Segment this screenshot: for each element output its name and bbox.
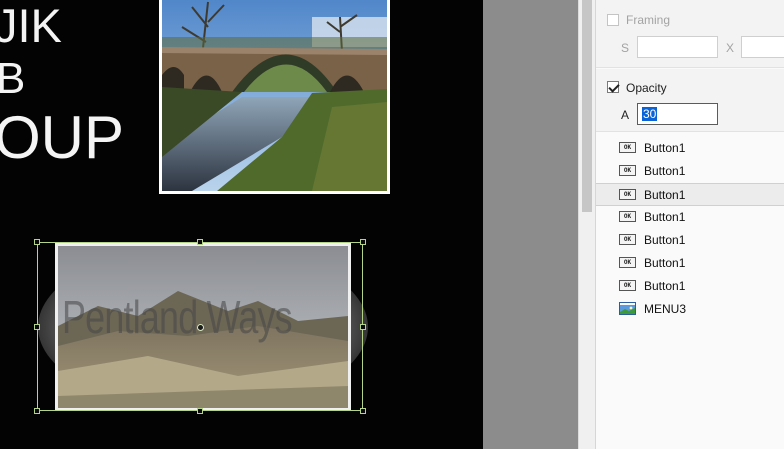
menu-image-icon xyxy=(619,302,636,315)
framing-section: Framing S X xyxy=(596,0,784,68)
tree-item-label: Button1 xyxy=(644,210,686,224)
workspace-background xyxy=(483,0,578,449)
framing-checkbox[interactable] xyxy=(607,14,619,26)
bridge-photo[interactable] xyxy=(159,0,390,194)
tree-item-button1[interactable]: OK Button1 xyxy=(596,206,784,229)
tree-item-label: MENU3 xyxy=(644,302,687,316)
resize-handle-bottom[interactable] xyxy=(197,408,203,414)
tree-item-label: Button1 xyxy=(644,279,686,293)
tree-item-label: Button1 xyxy=(644,256,686,270)
tree-item-label: Button1 xyxy=(644,233,686,247)
tree-item-label: Button1 xyxy=(644,141,686,155)
resize-handle-right[interactable] xyxy=(360,324,366,330)
ok-button-icon: OK xyxy=(619,280,636,291)
tree-item-button1[interactable]: OK Button1 xyxy=(596,275,784,298)
framing-x-input[interactable] xyxy=(742,37,784,57)
opacity-value-input[interactable]: 30 xyxy=(642,107,658,121)
ok-button-icon: OK xyxy=(619,189,636,200)
opacity-section: Opacity A 30 xyxy=(596,69,784,132)
resize-handle-top[interactable] xyxy=(197,239,203,245)
tree-item-button1[interactable]: OK Button1 xyxy=(596,229,784,252)
opacity-a-label: A xyxy=(621,108,630,122)
framing-x-field[interactable] xyxy=(741,36,784,58)
tree-item-menu3[interactable]: MENU3 xyxy=(596,298,784,321)
title-text-line-1[interactable]: JIK xyxy=(0,2,62,49)
framing-label: Framing xyxy=(626,13,671,27)
framing-s-input[interactable] xyxy=(638,37,717,57)
tree-item-label: Button1 xyxy=(644,188,686,202)
resize-handle-top-left[interactable] xyxy=(34,239,40,245)
title-text-line-3[interactable]: OUP xyxy=(0,108,124,168)
framing-s-field[interactable] xyxy=(637,36,718,58)
bridge-photo-image xyxy=(162,0,387,191)
tree-item-button1[interactable]: OK Button1 xyxy=(596,252,784,275)
framing-x-label: X xyxy=(726,41,735,55)
framing-s-label: S xyxy=(621,41,630,55)
resize-handle-bottom-right[interactable] xyxy=(360,408,366,414)
tree-item-label: Button1 xyxy=(644,164,686,178)
rotation-center-point[interactable] xyxy=(197,324,204,331)
ok-button-icon: OK xyxy=(619,142,636,153)
opacity-value-field[interactable]: 30 xyxy=(637,103,718,125)
tree-item-button1[interactable]: OK Button1 xyxy=(596,137,784,160)
tree-item-button1-selected[interactable]: OK Button1 xyxy=(596,183,784,206)
ok-button-icon: OK xyxy=(619,165,636,176)
scrollbar-thumb[interactable] xyxy=(582,0,592,212)
resize-handle-left[interactable] xyxy=(34,324,40,330)
opacity-checkbox[interactable] xyxy=(607,81,619,93)
slide-canvas[interactable]: JIK B OUP Pentland Ways xyxy=(0,0,483,449)
ok-button-icon: OK xyxy=(619,234,636,245)
properties-panel: Framing S X Opacity A 30 OK Button1 OK B… xyxy=(595,0,784,449)
resize-handle-top-right[interactable] xyxy=(360,239,366,245)
opacity-label: Opacity xyxy=(626,81,667,95)
tree-item-button1[interactable]: OK Button1 xyxy=(596,160,784,183)
ok-button-icon: OK xyxy=(619,211,636,222)
title-text-line-2[interactable]: B xyxy=(0,57,25,101)
resize-handle-bottom-left[interactable] xyxy=(34,408,40,414)
ok-button-icon: OK xyxy=(619,257,636,268)
